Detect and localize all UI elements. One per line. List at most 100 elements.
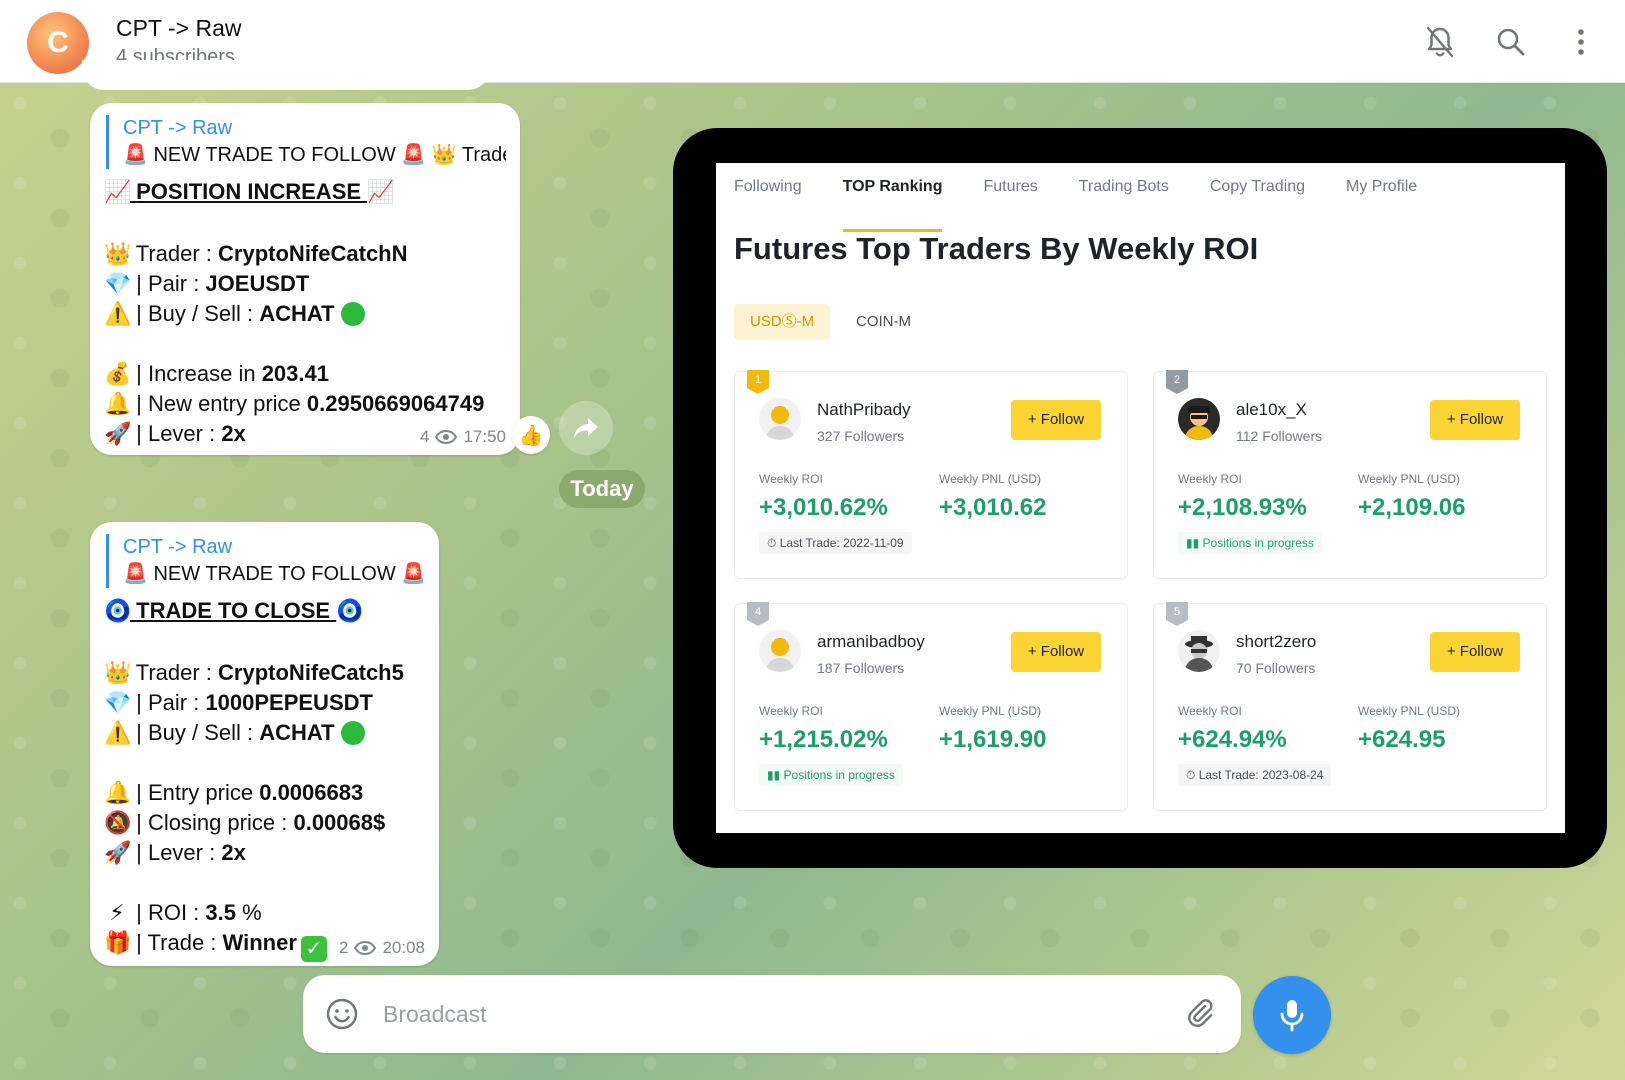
message-bubble[interactable]: CPT -> Raw 🚨 NEW TRADE TO FOLLOW 🚨 ... 🧿…: [90, 522, 439, 966]
tab-my-profile: My Profile: [1346, 178, 1418, 195]
bell-off-icon[interactable]: [1420, 22, 1460, 62]
tab-top-ranking: TOP Ranking: [842, 176, 942, 232]
chart-up-icon: 📈: [367, 179, 395, 204]
message-meta: 4 17:50: [420, 427, 506, 447]
weekly-pnl-label: Weekly PNL (USD): [1358, 472, 1461, 486]
trader-name: armanibadboy: [817, 632, 925, 651]
rank-badge: 4: [747, 602, 769, 626]
trader-avatar: [759, 630, 801, 672]
follow-button: + Follow: [1011, 400, 1101, 440]
trader-name: short2zero: [1236, 632, 1317, 651]
weekly-roi-label: Weekly ROI: [759, 704, 823, 718]
reaction-thumbs-up[interactable]: 👍: [512, 416, 550, 454]
trader-followers: 187 Followers: [817, 660, 905, 676]
stopwatch-icon: ⏱: [1186, 768, 1199, 782]
message-line: ⚡ | ROI : 3.5 %: [104, 898, 425, 928]
view-count: 2: [338, 938, 349, 957]
check-mark-icon: ✓: [300, 936, 327, 962]
channel-avatar[interactable]: C: [27, 12, 89, 74]
rank-badge: 1: [747, 370, 769, 394]
date-separator: Today: [559, 470, 645, 508]
search-icon[interactable]: [1491, 22, 1531, 62]
message-time: 17:50: [463, 427, 506, 446]
nazar-amulet-icon: 🧿: [336, 598, 364, 623]
share-arrow-icon: [574, 418, 598, 438]
last-trade-tag: ⏱ Last Trade: 2022-11-09: [759, 532, 912, 554]
message-composer: [303, 975, 1241, 1053]
message-line: 🔔 | New entry price 0.2950669064749: [104, 389, 506, 419]
microphone-button[interactable]: [1253, 976, 1331, 1054]
microphone-icon: [1280, 1000, 1304, 1032]
weekly-pnl-label: Weekly PNL (USD): [939, 472, 1042, 486]
candlestick-icon: ▮▮: [767, 768, 784, 782]
broadcast-input[interactable]: [383, 995, 1143, 1033]
message-meta: 2 20:08: [339, 938, 425, 958]
forward-header[interactable]: CPT -> Raw 🚨 NEW TRADE TO FOLLOW 🚨 ...: [106, 534, 425, 588]
more-vertical-icon[interactable]: [1561, 22, 1601, 62]
trader-followers: 70 Followers: [1236, 660, 1316, 676]
paperclip-icon[interactable]: [1183, 997, 1217, 1031]
trader-followers: 327 Followers: [817, 428, 905, 444]
trader-card: 4 armanibadboy 187 Followers + Follow We…: [734, 602, 1128, 811]
message-line: ⚠️ | Buy / Sell : ACHAT: [104, 299, 506, 329]
message-headline: 📈 POSITION INCREASE 📈: [104, 175, 506, 209]
trader-card: 5 short2zero 70 Followers + Follow Weekl…: [1153, 602, 1547, 811]
bell-off-icon: 🔕: [104, 810, 132, 835]
weekly-pnl-value: +1,619.90: [939, 726, 1047, 753]
green-circle-icon: [340, 302, 365, 326]
embedded-screenshot[interactable]: Following TOP Ranking Futures Trading Bo…: [716, 163, 1565, 833]
trader-card: 2 ale10x_X 112 Followers + Follow Weekly…: [1153, 370, 1547, 579]
eye-icon: [435, 430, 458, 444]
money-bag-icon: 💰: [104, 361, 132, 386]
weekly-roi-value: +3,010.62%: [759, 494, 888, 521]
previous-message-tail: [82, 60, 490, 90]
view-count: 4: [419, 427, 430, 446]
message-line: 👑 Trader : CryptoNifeCatchN: [104, 239, 506, 269]
follow-button: + Follow: [1011, 632, 1101, 672]
forward-source-name: CPT -> Raw: [123, 117, 233, 139]
weekly-roi-label: Weekly ROI: [1178, 472, 1242, 486]
share-button[interactable]: [559, 401, 613, 455]
message-line: 🔔 | Entry price 0.0006683: [104, 778, 425, 808]
weekly-roi-label: Weekly ROI: [759, 472, 823, 486]
message-bubble[interactable]: CPT -> Raw 🚨 NEW TRADE TO FOLLOW 🚨 👑 Tra…: [90, 103, 520, 455]
weekly-roi-value: +1,215.02%: [759, 726, 888, 753]
diamond-icon: 💎: [104, 271, 132, 296]
trader-avatar: [1178, 630, 1220, 672]
weekly-pnl-label: Weekly PNL (USD): [1358, 704, 1461, 718]
embedded-tabs: Following TOP Ranking Futures Trading Bo…: [734, 176, 1458, 232]
trader-avatar: [1178, 398, 1220, 440]
trader-name: NathPribady: [817, 400, 911, 419]
rank-badge: 5: [1166, 602, 1188, 626]
weekly-roi-value: +624.94%: [1178, 726, 1287, 753]
embedded-title: Futures Top Traders By Weekly ROI: [734, 231, 1259, 266]
chart-up-icon: 📈: [104, 179, 132, 204]
segment-coin-m: COIN-M: [856, 313, 911, 330]
weekly-roi-value: +2,108.93%: [1178, 494, 1307, 521]
last-trade-tag: ⏱ Last Trade: 2023-08-24: [1178, 764, 1332, 786]
follow-button: + Follow: [1430, 632, 1520, 672]
candlestick-icon: ▮▮: [1186, 536, 1203, 550]
diamond-icon: 💎: [104, 690, 132, 715]
forward-header[interactable]: CPT -> Raw 🚨 NEW TRADE TO FOLLOW 🚨 👑 Tra…: [106, 115, 506, 169]
trader-name: ale10x_X: [1236, 400, 1307, 419]
tab-futures: Futures: [983, 178, 1038, 195]
trader-followers: 112 Followers: [1236, 428, 1323, 444]
trader-card: 1 NathPribady 327 Followers + Follow Wee…: [734, 370, 1128, 579]
emoji-icon[interactable]: [325, 997, 359, 1031]
weekly-pnl-value: +2,109.06: [1358, 494, 1466, 521]
channel-title[interactable]: CPT -> Raw: [116, 15, 241, 42]
lightning-icon: ⚡: [109, 900, 125, 925]
forward-preview: 🚨 NEW TRADE TO FOLLOW 🚨 ...: [123, 563, 425, 585]
trader-avatar: [759, 398, 801, 440]
rocket-icon: 🚀: [104, 840, 132, 865]
weekly-pnl-value: +3,010.62: [939, 494, 1047, 521]
weekly-pnl-label: Weekly PNL (USD): [939, 704, 1042, 718]
warning-icon: ⚠️: [104, 720, 132, 745]
message-line: 💎 | Pair : 1000PEPEUSDT: [104, 688, 425, 718]
warning-icon: ⚠️: [104, 301, 132, 326]
crown-icon: 👑: [104, 660, 132, 685]
weekly-pnl-value: +624.95: [1358, 726, 1446, 753]
tab-copy-trading: Copy Trading: [1209, 178, 1306, 195]
green-circle-icon: [340, 721, 365, 745]
